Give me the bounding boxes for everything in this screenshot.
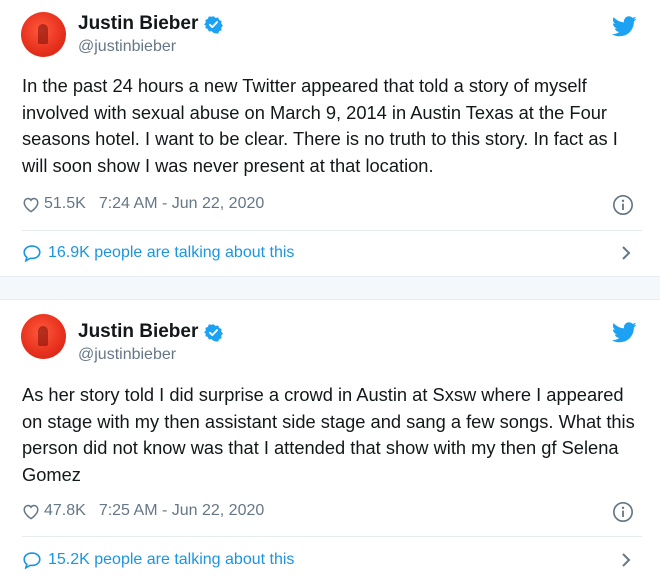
talking-count[interactable]: 15.2K people are talking about this	[48, 551, 294, 569]
like-count[interactable]: 47.8K	[44, 502, 86, 520]
talking-count[interactable]: 16.9K people are talking about this	[48, 244, 294, 262]
divider	[22, 230, 642, 231]
tweet-card[interactable]: Justin Bieber @justinbieber As her story…	[0, 300, 660, 582]
conversation-link[interactable]: 16.9K people are talking about this	[22, 242, 642, 264]
tweet-meta: 51.5K 7:24 AM - Jun 22, 2020	[22, 193, 642, 215]
tweet-text: As her story told I did surprise a crowd…	[22, 384, 635, 485]
avatar[interactable]	[21, 314, 66, 359]
author-name-text: Justin Bieber	[78, 321, 199, 342]
twitter-bird-icon[interactable]	[612, 322, 637, 343]
info-icon[interactable]	[612, 194, 634, 216]
comment-bubble-icon	[23, 245, 41, 262]
conversation-link[interactable]: 15.2K people are talking about this	[22, 549, 642, 571]
heart-icon[interactable]	[22, 503, 40, 520]
twitter-bird-icon[interactable]	[612, 16, 637, 37]
avatar[interactable]	[21, 12, 66, 57]
timestamp[interactable]: 7:24 AM - Jun 22, 2020	[99, 195, 264, 213]
divider	[22, 536, 642, 537]
timestamp[interactable]: 7:25 AM - Jun 22, 2020	[99, 502, 264, 520]
tweet-card[interactable]: Justin Bieber @justinbieber In the past …	[0, 0, 660, 276]
like-count[interactable]: 51.5K	[44, 195, 86, 213]
verified-badge-icon	[204, 15, 224, 34]
author-name[interactable]: Justin Bieber	[78, 13, 224, 35]
chevron-right-icon[interactable]	[620, 245, 632, 261]
author-name-text: Justin Bieber	[78, 13, 199, 34]
author-handle[interactable]: @justinbieber	[78, 37, 176, 57]
author-name[interactable]: Justin Bieber	[78, 321, 224, 343]
tweet-text: In the past 24 hours a new Twitter appea…	[22, 75, 618, 176]
comment-bubble-icon	[23, 552, 41, 569]
heart-icon[interactable]	[22, 196, 40, 213]
chevron-right-icon[interactable]	[620, 552, 632, 568]
author-handle[interactable]: @justinbieber	[78, 345, 176, 365]
verified-badge-icon	[204, 323, 224, 342]
info-icon[interactable]	[612, 501, 634, 523]
tweet-separator	[0, 276, 660, 300]
tweet-meta: 47.8K 7:25 AM - Jun 22, 2020	[22, 500, 642, 522]
